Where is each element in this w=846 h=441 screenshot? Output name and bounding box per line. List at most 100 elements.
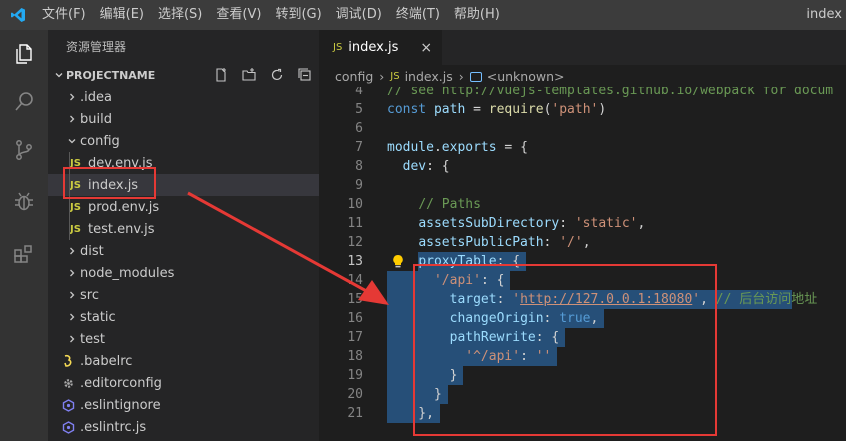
js-file-icon: JS <box>390 70 400 82</box>
refresh-icon[interactable] <box>263 64 291 86</box>
menu-item[interactable]: 调试(D) <box>329 0 389 30</box>
line-number: 9 <box>355 178 363 193</box>
extensions-icon[interactable] <box>0 230 48 278</box>
line-number: 18 <box>347 349 363 364</box>
tree-folder[interactable]: test <box>48 328 319 350</box>
code-token: assetsPublicPath <box>418 235 544 250</box>
line-number: 6 <box>355 121 363 136</box>
title-bar: 文件(F) 编辑(E) 选择(S) 查看(V) 转到(G) 调试(D) 终端(T) 帮助(H)… <box>0 0 846 30</box>
code-text: assetsSubDirectory: 'static', <box>387 214 645 233</box>
chevron-right-icon: › <box>458 68 464 84</box>
tree-folder[interactable]: config <box>48 130 319 152</box>
source-control-icon[interactable] <box>0 126 48 174</box>
tree-folder[interactable]: dist <box>48 240 319 262</box>
tree-item-label: config <box>80 133 120 149</box>
tree-file[interactable]: .eslintignore <box>48 394 319 416</box>
window-title: index <box>806 7 842 22</box>
code-line: 4 // see http://vuejs-templates.github.io… <box>319 87 846 100</box>
line-number: 21 <box>347 406 363 421</box>
code-line: 7 module.exports = { <box>319 138 846 157</box>
code-token: : <box>559 216 575 231</box>
eslint-icon <box>62 420 80 434</box>
collapse-all-icon[interactable] <box>291 64 319 86</box>
menu-item[interactable]: 查看(V) <box>209 0 268 30</box>
tree-folder[interactable]: .idea <box>48 86 319 108</box>
code-text: // see http://vuejs-templates.github.io/… <box>387 87 833 100</box>
tree-file[interactable]: JS test.env.js <box>48 218 319 240</box>
search-icon[interactable] <box>0 78 48 126</box>
tree-file[interactable]: JS prod.env.js <box>48 196 319 218</box>
line-number: 11 <box>347 216 363 231</box>
new-file-icon[interactable] <box>207 64 235 86</box>
explorer-icon[interactable] <box>0 30 48 78</box>
menu-item[interactable]: 文件(F) <box>36 0 93 30</box>
code-token: module <box>387 140 434 155</box>
tree-item-label: test <box>80 331 105 347</box>
tree-item-label: test.env.js <box>88 221 155 237</box>
menu-item[interactable]: 转到(G) <box>268 0 328 30</box>
line-number: 20 <box>347 387 363 402</box>
breadcrumb-symbol[interactable]: <unknown> <box>487 69 565 84</box>
code-token: '/' <box>559 235 583 250</box>
tree-item-label: dist <box>80 243 104 259</box>
new-folder-icon[interactable] <box>235 64 263 86</box>
tree-file[interactable]: .eslintrc.js <box>48 416 319 438</box>
code-token: dev <box>402 159 427 174</box>
project-section-header[interactable]: PROJECTNAME <box>48 64 319 86</box>
tree-file[interactable]: .editorconfig <box>48 372 319 394</box>
tree-item-label: .idea <box>80 89 112 105</box>
code-line: 11 assetsSubDirectory: 'static', <box>319 214 846 233</box>
code-token: . <box>433 140 442 155</box>
menu-item[interactable]: 选择(S) <box>151 0 209 30</box>
debug-icon[interactable] <box>0 178 48 226</box>
section-actions <box>207 64 319 86</box>
tab-index-js[interactable]: JS index.js × <box>319 30 443 65</box>
code-line: 5 const path = require('path') <box>319 100 846 119</box>
breadcrumb-file[interactable]: index.js <box>405 69 453 84</box>
line-number: 19 <box>347 368 363 383</box>
code-text: const path = require('path') <box>387 100 606 119</box>
close-icon[interactable]: × <box>420 40 432 56</box>
line-number: 14 <box>347 273 363 288</box>
line-number: 16 <box>347 311 363 326</box>
js-file-icon: JS <box>70 223 81 235</box>
code-line: 8 dev: { <box>319 157 846 176</box>
menu-item[interactable]: 编辑(E) <box>93 0 151 30</box>
breadcrumb-folder[interactable]: config <box>335 69 373 84</box>
tree-file[interactable]: .babelrc <box>48 350 319 372</box>
line-number: 5 <box>355 102 363 117</box>
line-number: 12 <box>347 235 363 250</box>
chevron-right-icon <box>64 290 80 300</box>
menu-item[interactable]: 帮助(H) <box>447 0 507 30</box>
menu-bar: 文件(F) 编辑(E) 选择(S) 查看(V) 转到(G) 调试(D) 终端(T) 帮助(H) <box>36 0 507 30</box>
code-line: 6 <box>319 119 846 138</box>
chevron-right-icon <box>64 334 80 344</box>
chevron-down-icon <box>64 136 80 146</box>
code-token: require <box>488 102 544 117</box>
code-token: path <box>433 102 466 117</box>
code-line: 12 assetsPublicPath: '/', <box>319 233 846 252</box>
tree-folder[interactable]: node_modules <box>48 262 319 284</box>
babel-icon <box>62 354 80 368</box>
tree-item-label: .eslintrc.js <box>80 419 147 435</box>
project-name: PROJECTNAME <box>66 68 156 82</box>
tree-folder[interactable]: build <box>48 108 319 130</box>
code-token: , <box>582 235 591 250</box>
explorer-sidebar: 资源管理器 PROJECTNAME .idea build config JS dev.… <box>48 30 319 441</box>
tree-item-label: node_modules <box>80 265 175 281</box>
tree-folder[interactable]: static <box>48 306 319 328</box>
tab-bar: JS index.js × <box>319 30 846 65</box>
code-token: 'path' <box>551 102 599 117</box>
chevron-right-icon <box>64 312 80 322</box>
line-number: 8 <box>355 159 363 174</box>
line-number: 17 <box>347 330 363 345</box>
code-line: 10 // Paths <box>319 195 846 214</box>
menu-item[interactable]: 终端(T) <box>389 0 447 30</box>
tree-item-label: .babelrc <box>80 353 133 369</box>
code-token: , <box>637 216 646 231</box>
tree-folder[interactable]: src <box>48 284 319 306</box>
tab-label: index.js <box>348 40 399 55</box>
